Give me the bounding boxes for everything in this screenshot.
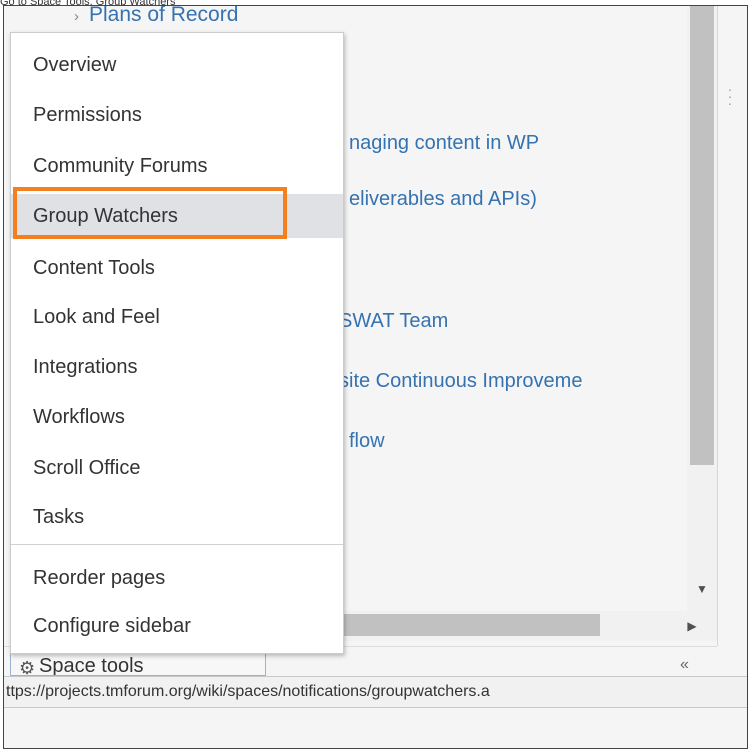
space-tools-label: Space tools [39, 655, 144, 676]
menu-item-look-and-feel[interactable]: Look and Feel [11, 295, 343, 339]
menu-item-content-tools[interactable]: Content Tools [11, 246, 343, 290]
menu-divider [11, 544, 343, 545]
menu-item-configure-sidebar[interactable]: Configure sidebar [11, 604, 343, 648]
menu-item-scroll-office[interactable]: Scroll Office [11, 446, 343, 490]
page-link[interactable]: flow [349, 430, 385, 453]
scroll-right-arrow-icon[interactable]: ▶ [682, 616, 702, 636]
vertical-scrollbar-thumb[interactable] [690, 6, 714, 465]
page-link[interactable]: naging content in WP [349, 132, 539, 155]
menu-item-permissions[interactable]: Permissions [11, 93, 343, 137]
chevron-right-icon: › [74, 8, 79, 25]
page-link[interactable]: eliverables and APIs) [349, 188, 537, 211]
collapse-sidebar-icon[interactable]: « [680, 656, 689, 674]
page-link[interactable]: SWAT Team [339, 310, 448, 333]
menu-item-integrations[interactable]: Integrations [11, 345, 343, 389]
menu-item-workflows[interactable]: Workflows [11, 395, 343, 439]
menu-item-overview[interactable]: Overview [11, 43, 343, 87]
content-divider [717, 6, 718, 646]
scroll-down-arrow-icon[interactable]: ▼ [692, 579, 712, 599]
menu-item-group-watchers[interactable]: Group Watchers [11, 194, 343, 238]
menu-item-reorder-pages[interactable]: Reorder pages [11, 556, 343, 600]
page-link[interactable]: site Continuous Improveme [339, 370, 582, 393]
breadcrumb-label[interactable]: Plans of Record [89, 6, 238, 26]
drag-handle-icon[interactable]: · · · [727, 82, 733, 110]
horizontal-scrollbar-thumb[interactable] [344, 614, 600, 636]
screenshot-frame: › Plans of Record naging content in WP el… [3, 5, 748, 749]
space-tools-menu: Overview Permissions Community Forums Gr… [10, 32, 344, 654]
breadcrumb[interactable]: › Plans of Record [74, 6, 238, 30]
menu-item-community-forums[interactable]: Community Forums [11, 144, 343, 188]
menu-item-tasks[interactable]: Tasks [11, 495, 343, 539]
status-bar-url: ttps://projects.tmforum.org/wiki/spaces/… [4, 676, 747, 708]
